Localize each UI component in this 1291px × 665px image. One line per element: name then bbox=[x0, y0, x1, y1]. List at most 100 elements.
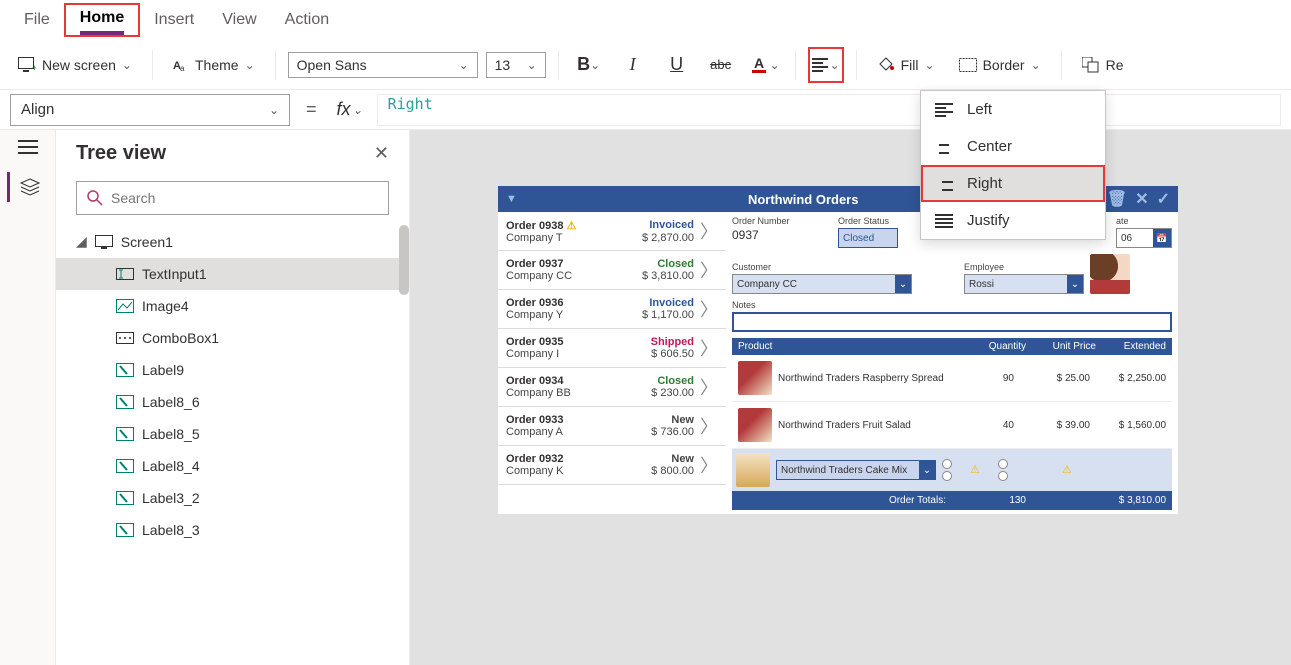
align-right-label: Right bbox=[967, 175, 1002, 192]
selection-handles[interactable]: ⚠ ⚠ bbox=[942, 459, 1112, 481]
customer-select[interactable]: Company CC ⌄ bbox=[732, 274, 912, 294]
tree-root[interactable]: ◢ Screen1 bbox=[56, 225, 409, 258]
underline-button[interactable]: U bbox=[659, 47, 695, 83]
cancel-icon[interactable]: ✕ bbox=[1135, 189, 1148, 209]
employee-select[interactable]: Rossi ⌄ bbox=[964, 274, 1084, 294]
tree-item-label8_5[interactable]: Label8_5 bbox=[56, 418, 409, 450]
control-icon bbox=[116, 267, 134, 281]
border-button[interactable]: Border ⌄ bbox=[951, 53, 1049, 77]
reorder-icon bbox=[1082, 57, 1100, 73]
selected-product-value: Northwind Traders Cake Mix bbox=[781, 465, 907, 476]
order-number-value: 0937 bbox=[732, 228, 832, 242]
order-company: Company CC bbox=[506, 270, 572, 282]
employee-avatar bbox=[1090, 254, 1130, 294]
product-row[interactable]: Northwind Traders Fruit Salad40$ 39.00$ … bbox=[732, 402, 1172, 449]
product-row[interactable]: Northwind Traders Raspberry Spread90$ 25… bbox=[732, 355, 1172, 402]
totals-qty: 130 bbox=[966, 495, 1026, 506]
new-screen-button[interactable]: + New screen ⌄ bbox=[10, 53, 140, 77]
order-id: Order 0935 bbox=[506, 336, 563, 348]
chevron-right-icon: 〉 bbox=[700, 218, 718, 244]
check-icon[interactable]: ✓ bbox=[1157, 189, 1170, 209]
control-icon bbox=[116, 299, 134, 313]
menu-home[interactable]: Home bbox=[68, 9, 136, 35]
control-icon bbox=[116, 331, 134, 345]
separator bbox=[856, 50, 857, 80]
tree-item-label: Label8_6 bbox=[142, 394, 200, 410]
property-select[interactable]: Align ⌄ bbox=[10, 94, 290, 126]
tree-search[interactable] bbox=[76, 181, 389, 215]
tree-item-label8_4[interactable]: Label8_4 bbox=[56, 450, 409, 482]
hamburger-button[interactable] bbox=[18, 140, 38, 154]
order-company: Company I bbox=[506, 348, 559, 360]
order-status: New bbox=[671, 453, 694, 465]
menu-view[interactable]: View bbox=[208, 3, 270, 37]
font-color-icon: A bbox=[750, 55, 770, 75]
canvas[interactable]: ▼ Northwind Orders + 🗑 ✕ ✓ Order 0938 ⚠I… bbox=[410, 130, 1291, 665]
selected-product-row: Northwind Traders Cake Mix ⌄ ⚠ ⚠ bbox=[732, 449, 1172, 491]
separator bbox=[1061, 50, 1062, 80]
italic-button[interactable]: I bbox=[615, 47, 651, 83]
col-quantity: Quantity bbox=[966, 341, 1026, 352]
tree-item-combobox1[interactable]: ComboBox1 bbox=[56, 322, 409, 354]
tree-item-label8_6[interactable]: Label8_6 bbox=[56, 386, 409, 418]
order-row[interactable]: Order 0933NewCompany A$ 736.00〉 bbox=[498, 407, 726, 446]
order-row[interactable]: Order 0938 ⚠InvoicedCompany T$ 2,870.00〉 bbox=[498, 212, 726, 251]
reorder-button[interactable]: Re bbox=[1074, 53, 1132, 77]
close-tree-button[interactable]: ✕ bbox=[374, 143, 389, 164]
product-price: $ 39.00 bbox=[1020, 420, 1090, 431]
font-size-select[interactable]: 13 ⌄ bbox=[486, 52, 546, 78]
align-center-icon bbox=[935, 140, 953, 154]
fill-button[interactable]: Fill ⌄ bbox=[869, 52, 943, 78]
fill-label: Fill bbox=[901, 57, 919, 73]
separator bbox=[152, 50, 153, 80]
order-row[interactable]: Order 0932NewCompany K$ 800.00〉 bbox=[498, 446, 726, 485]
tree-item-label8_3[interactable]: Label8_3 bbox=[56, 514, 409, 546]
tree-item-textinput1[interactable]: TextInput1 bbox=[56, 258, 409, 290]
product-name: Northwind Traders Raspberry Spread bbox=[778, 373, 948, 384]
property-value: Align bbox=[21, 101, 54, 118]
align-center-option[interactable]: Center bbox=[921, 128, 1105, 165]
tree-item-label9[interactable]: Label9 bbox=[56, 354, 409, 386]
tree-item-image4[interactable]: Image4 bbox=[56, 290, 409, 322]
align-right-option[interactable]: Right bbox=[921, 165, 1105, 202]
tree-header: Tree view ✕ bbox=[56, 130, 409, 171]
date-picker[interactable]: 06 📅 bbox=[1116, 228, 1172, 248]
order-id: Order 0938 ⚠ bbox=[506, 219, 576, 232]
align-dropdown: Left Center Right Justify bbox=[920, 90, 1106, 240]
theme-button[interactable]: Aa Theme ⌄ bbox=[165, 53, 263, 77]
screen-icon: + bbox=[18, 57, 36, 73]
chevron-down-icon: ⌄ bbox=[269, 103, 279, 117]
bold-button[interactable]: B⌄ bbox=[571, 47, 607, 83]
fx-button[interactable]: fx⌄ bbox=[333, 99, 367, 120]
layers-button[interactable] bbox=[7, 172, 46, 202]
trash-icon[interactable]: 🗑 bbox=[1107, 189, 1127, 209]
notes-input[interactable] bbox=[732, 312, 1172, 332]
tree-scrollbar[interactable] bbox=[399, 225, 409, 295]
tree-body: ◢ Screen1 TextInput1Image4ComboBox1Label… bbox=[56, 225, 409, 665]
menu-insert[interactable]: Insert bbox=[140, 3, 208, 37]
font-color-button[interactable]: A⌄ bbox=[747, 47, 783, 83]
menu-home-highlight: Home bbox=[64, 3, 140, 37]
strikethrough-button[interactable]: abc bbox=[703, 47, 739, 83]
order-row[interactable]: Order 0937ClosedCompany CC$ 3,810.00〉 bbox=[498, 251, 726, 290]
menu-file[interactable]: File bbox=[10, 3, 64, 37]
order-row[interactable]: Order 0936InvoicedCompany Y$ 1,170.00〉 bbox=[498, 290, 726, 329]
order-row[interactable]: Order 0935ShippedCompany I$ 606.50〉 bbox=[498, 329, 726, 368]
font-name-select[interactable]: Open Sans ⌄ bbox=[288, 52, 478, 78]
order-company: Company Y bbox=[506, 309, 563, 321]
filter-icon[interactable]: ▼ bbox=[506, 193, 517, 205]
font-name-value: Open Sans bbox=[297, 57, 367, 73]
tree-search-input[interactable] bbox=[111, 190, 378, 206]
ribbon: + New screen ⌄ Aa Theme ⌄ Open Sans ⌄ 13… bbox=[0, 40, 1291, 90]
align-left-option[interactable]: Left bbox=[921, 91, 1105, 128]
product-combobox-selected[interactable]: Northwind Traders Cake Mix ⌄ bbox=[776, 460, 936, 480]
align-justify-option[interactable]: Justify bbox=[921, 202, 1105, 239]
formula-input[interactable]: Right bbox=[377, 94, 1281, 126]
tree-item-label3_2[interactable]: Label3_2 bbox=[56, 482, 409, 514]
menu-action[interactable]: Action bbox=[271, 3, 343, 37]
order-row[interactable]: Order 0934ClosedCompany BB$ 230.00〉 bbox=[498, 368, 726, 407]
search-icon bbox=[87, 190, 103, 206]
product-thumb bbox=[736, 453, 770, 487]
customer-label: Customer bbox=[732, 262, 912, 272]
align-button[interactable]: ⌄ bbox=[808, 47, 844, 83]
